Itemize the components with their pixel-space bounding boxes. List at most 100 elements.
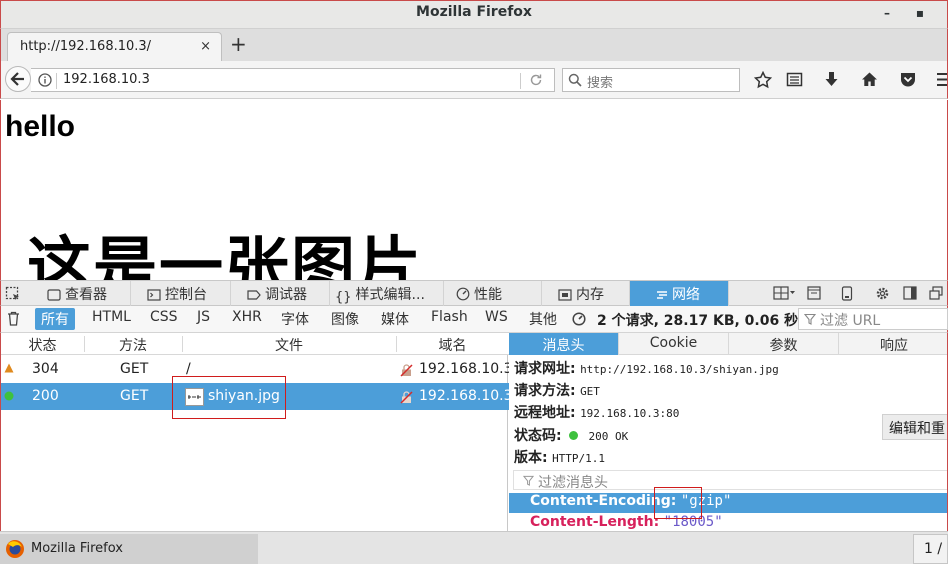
performance-icon — [456, 287, 470, 301]
firefox-logo-icon — [5, 539, 25, 559]
request-row[interactable]: 200 GET shiyan.jpg 192.168.10.3 — [1, 383, 513, 410]
image-thumbnail-icon — [185, 388, 204, 406]
request-list: 状态 方法 文件 域名 304 GET / 192.168.10.3 200 G… — [0, 333, 513, 531]
downloads-icon[interactable] — [823, 71, 840, 88]
request-domain: 192.168.10.3 — [419, 388, 513, 404]
version-line: 版本: HTTP/1.1 — [514, 447, 605, 467]
browser-tab[interactable]: http://192.168.10.3/ × — [7, 32, 222, 61]
request-row[interactable]: 304 GET / 192.168.10.3 — [1, 356, 513, 383]
responsive-layout-icon[interactable] — [773, 286, 795, 300]
workspace-pager[interactable]: 1 / — [913, 534, 948, 564]
status-ok-icon — [4, 391, 14, 401]
tab-cookies[interactable]: Cookie — [619, 333, 729, 355]
filter-flash[interactable]: Flash — [425, 308, 474, 330]
status-ok-dot-icon — [569, 431, 579, 440]
column-method[interactable]: 方法 — [84, 335, 182, 355]
tab-console-label: 控制台 — [165, 287, 207, 303]
taskbar-firefox-item[interactable]: Mozilla Firefox — [0, 534, 258, 564]
filter-all[interactable]: 所有 — [35, 308, 75, 330]
status-code-value: 200 OK — [588, 430, 629, 443]
request-method-line: 请求方法: GET — [514, 380, 600, 400]
filter-xhr[interactable]: XHR — [226, 308, 268, 330]
header-value: "18005" — [663, 514, 723, 530]
tab-performance-label: 性能 — [474, 287, 502, 303]
request-status: 304 — [32, 361, 59, 377]
response-header-row[interactable]: Content-Length: "18005" — [509, 514, 947, 531]
url-divider — [56, 73, 57, 89]
header-filter-placeholder: 过滤消息头 — [538, 475, 608, 491]
window-titlebar: Mozilla Firefox – ▪ — [0, 0, 948, 29]
request-file: / — [186, 361, 191, 377]
network-icon — [656, 289, 668, 301]
bookmark-star-icon[interactable] — [754, 71, 772, 89]
reload-icon[interactable] — [529, 73, 543, 87]
header-value: "gzip" — [680, 493, 732, 509]
info-icon[interactable] — [38, 73, 52, 87]
close-window-button[interactable]: ▪ — [913, 6, 927, 20]
element-picker-icon[interactable] — [5, 286, 21, 302]
separate-window-icon[interactable] — [929, 286, 943, 300]
filter-images[interactable]: 图像 — [325, 308, 365, 330]
scratchpad-icon[interactable] — [807, 286, 821, 300]
tab-style-editor-label: 样式编辑... — [355, 287, 425, 303]
page-content: hello 这是一张图片 — [0, 100, 948, 280]
back-button[interactable] — [5, 66, 31, 92]
tab-close-icon[interactable]: × — [200, 39, 211, 54]
edit-resend-button[interactable]: 编辑和重 — [882, 414, 947, 440]
tab-network[interactable]: 网络 — [630, 281, 729, 306]
home-icon[interactable] — [861, 71, 878, 88]
console-icon — [147, 289, 161, 301]
request-method: GET — [120, 361, 149, 377]
pocket-icon[interactable] — [899, 71, 917, 88]
tab-label: http://192.168.10.3/ — [20, 39, 152, 54]
filter-other[interactable]: 其他 — [523, 308, 563, 330]
tab-strip: http://192.168.10.3/ × + — [0, 29, 948, 61]
minimize-button[interactable]: – — [880, 6, 894, 20]
header-name: Content-Length: — [530, 514, 660, 530]
tab-debugger[interactable]: 调试器 — [231, 281, 330, 306]
search-input[interactable]: 搜索 — [562, 68, 740, 92]
header-filter-input[interactable]: 过滤消息头 — [513, 470, 947, 491]
style-editor-icon: {} — [335, 290, 352, 305]
tab-headers[interactable]: 消息头 — [509, 333, 619, 355]
filter-icon — [523, 475, 534, 486]
dock-side-icon[interactable] — [903, 286, 917, 300]
filter-media[interactable]: 媒体 — [375, 308, 415, 330]
trash-icon[interactable] — [7, 311, 20, 326]
filter-js[interactable]: JS — [191, 308, 216, 330]
tab-memory-label: 内存 — [576, 287, 604, 303]
column-file[interactable]: 文件 — [182, 335, 396, 355]
response-header-row[interactable]: Content-Encoding: "gzip" — [509, 493, 947, 513]
tab-inspector[interactable]: 查看器 — [27, 281, 131, 306]
tab-memory[interactable]: 内存 — [542, 281, 630, 306]
tab-style-editor[interactable]: {} 样式编辑... — [330, 281, 444, 306]
filter-html[interactable]: HTML — [86, 308, 137, 330]
taskbar: Mozilla Firefox 1 / — [0, 531, 948, 564]
column-status[interactable]: 状态 — [1, 335, 84, 355]
back-arrow-icon — [10, 72, 24, 86]
tab-response[interactable]: 响应 — [839, 333, 947, 355]
bookmarks-library-icon[interactable] — [786, 71, 803, 88]
request-status: 200 — [32, 388, 59, 404]
request-url-label: 请求网址: — [514, 361, 576, 377]
url-text[interactable]: 192.168.10.3 — [63, 72, 150, 87]
request-file: shiyan.jpg — [208, 388, 280, 404]
filter-fonts[interactable]: 字体 — [275, 308, 315, 330]
tab-console[interactable]: 控制台 — [131, 281, 231, 306]
menu-icon[interactable] — [937, 71, 947, 88]
page-heading: hello — [5, 110, 76, 143]
filter-ws[interactable]: WS — [479, 308, 514, 330]
filter-url-input[interactable]: 过滤 URL — [798, 308, 948, 330]
settings-gear-icon[interactable] — [875, 286, 890, 301]
new-tab-button[interactable]: + — [230, 34, 247, 54]
remote-address-value: 192.168.10.3:80 — [580, 407, 680, 420]
responsive-design-icon[interactable] — [841, 286, 853, 301]
column-domain[interactable]: 域名 — [396, 335, 509, 355]
url-bar[interactable]: 192.168.10.3 — [31, 68, 555, 92]
tab-params[interactable]: 参数 — [729, 333, 839, 355]
filter-css[interactable]: CSS — [144, 308, 184, 330]
performance-analysis-icon[interactable] — [572, 312, 586, 326]
tab-performance[interactable]: 性能 — [444, 281, 542, 306]
header-name: Content-Encoding: — [530, 493, 677, 509]
search-icon — [568, 73, 582, 87]
